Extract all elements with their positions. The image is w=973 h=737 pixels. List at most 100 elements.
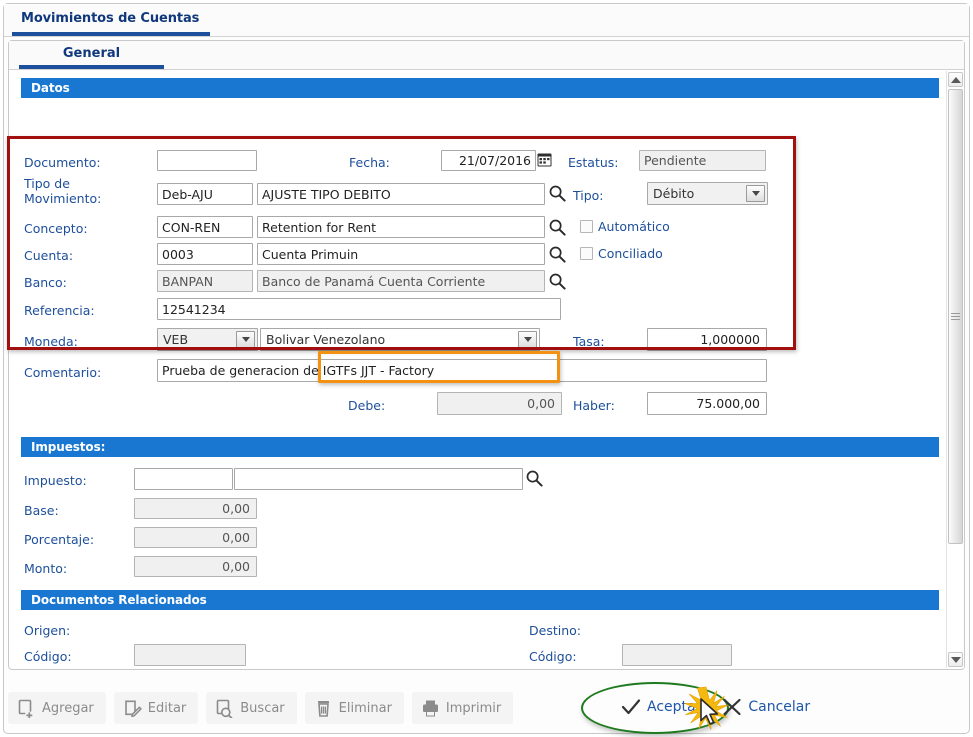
- label-destino: Destino:: [529, 623, 581, 638]
- impuesto-desc-input[interactable]: [234, 468, 523, 490]
- eliminar-button[interactable]: Eliminar: [305, 692, 404, 724]
- conciliado-checkbox-row[interactable]: Conciliado: [580, 246, 663, 261]
- search-icon-cuenta[interactable]: [549, 246, 566, 263]
- label-origen: Origen:: [24, 623, 70, 638]
- calendar-icon[interactable]: [537, 152, 552, 167]
- trash-icon: [314, 699, 333, 718]
- tipo-select[interactable]: Débito: [647, 182, 768, 205]
- search-icon-tipo-movimiento[interactable]: [549, 185, 566, 202]
- eliminar-button-label: Eliminar: [339, 701, 392, 716]
- label-cuenta: Cuenta:: [24, 248, 73, 263]
- label-documento: Documento:: [24, 155, 101, 170]
- monto-field: [134, 556, 257, 577]
- automatico-checkbox-row[interactable]: Automático: [580, 219, 670, 234]
- close-icon: [721, 696, 743, 718]
- section-header-documentos: Documentos Relacionados: [21, 590, 939, 610]
- scroll-down-button[interactable]: [948, 652, 963, 667]
- label-tasa: Tasa:: [573, 334, 605, 349]
- edit-pencil-icon: [123, 699, 142, 718]
- add-document-icon: [17, 699, 36, 718]
- automatico-checkbox[interactable]: [580, 220, 593, 233]
- origen-codigo-field: [134, 644, 246, 666]
- concepto-code-input[interactable]: [157, 216, 253, 238]
- conciliado-label: Conciliado: [598, 246, 663, 261]
- banco-code-field: [157, 270, 253, 292]
- label-estatus: Estatus:: [568, 155, 619, 170]
- tab-movimientos-de-cuentas[interactable]: Movimientos de Cuentas: [12, 4, 210, 36]
- tipo-movimiento-code-input[interactable]: [157, 183, 253, 205]
- aceptar-button[interactable]: Aceptar: [620, 696, 701, 718]
- base-field: [134, 498, 257, 519]
- section-header-datos-label: Datos: [31, 81, 70, 95]
- estatus-field: [639, 150, 766, 171]
- label-moneda: Moneda:: [24, 334, 78, 349]
- agregar-button-label: Agregar: [42, 701, 94, 716]
- chevron-down-icon-moneda-desc[interactable]: [518, 331, 537, 348]
- section-header-documentos-label: Documentos Relacionados: [31, 593, 207, 607]
- vertical-scrollbar[interactable]: [946, 71, 963, 668]
- label-referencia: Referencia:: [24, 303, 95, 318]
- general-tab-label: General: [63, 46, 120, 61]
- porcentaje-field: [134, 527, 257, 548]
- label-debe: Debe:: [348, 398, 385, 413]
- label-concepto: Concepto:: [24, 221, 88, 236]
- scroll-up-button[interactable]: [948, 72, 963, 87]
- label-porcentaje: Porcentaje:: [24, 532, 94, 547]
- banco-desc-field: [257, 270, 545, 292]
- label-impuesto: Impuesto:: [24, 473, 87, 488]
- chevron-down-icon-moneda-code[interactable]: [236, 331, 255, 348]
- printer-icon: [421, 699, 440, 718]
- tasa-input[interactable]: [647, 328, 767, 351]
- impuesto-code-input[interactable]: [134, 468, 233, 490]
- buscar-button[interactable]: Buscar: [206, 692, 296, 724]
- agregar-button[interactable]: Agregar: [8, 692, 106, 724]
- fecha-input[interactable]: [441, 150, 536, 171]
- section-header-impuestos: Impuestos:: [21, 437, 939, 457]
- editar-button[interactable]: Editar: [114, 692, 199, 724]
- destino-codigo-field: [622, 644, 732, 666]
- scrollbar-thumb[interactable]: [948, 89, 963, 544]
- label-fecha: Fecha:: [349, 155, 390, 170]
- form-content: Datos Documento: Fecha:: [10, 71, 940, 668]
- moneda-code-value: VEB: [158, 332, 236, 347]
- check-icon: [620, 696, 642, 718]
- imprimir-button[interactable]: Imprimir: [412, 692, 513, 724]
- haber-input[interactable]: [647, 392, 767, 415]
- moneda-desc-select[interactable]: Bolivar Venezolano: [260, 328, 540, 351]
- debe-field: [437, 392, 562, 415]
- tipo-movimiento-desc-input[interactable]: [257, 183, 545, 205]
- documento-input[interactable]: [157, 150, 257, 171]
- buscar-button-label: Buscar: [240, 701, 284, 716]
- section-header-datos: Datos: [21, 78, 939, 98]
- referencia-input[interactable]: [157, 298, 561, 320]
- tab-general[interactable]: General: [19, 41, 164, 69]
- moneda-code-select[interactable]: VEB: [157, 328, 258, 351]
- label-comentario: Comentario:: [24, 365, 101, 380]
- title-tab-label: Movimientos de Cuentas: [21, 11, 199, 26]
- search-icon-impuesto[interactable]: [526, 470, 543, 487]
- section-header-impuestos-label: Impuestos:: [31, 440, 105, 454]
- concepto-desc-input[interactable]: [257, 216, 545, 238]
- title-tabstrip: Movimientos de Cuentas: [4, 4, 969, 37]
- cancelar-button-label: Cancelar: [748, 699, 810, 715]
- chevron-down-icon-tipo[interactable]: [746, 185, 765, 202]
- label-haber: Haber:: [573, 398, 615, 413]
- search-document-icon: [215, 699, 234, 718]
- general-tabstrip: General: [9, 41, 964, 70]
- conciliado-checkbox[interactable]: [580, 247, 593, 260]
- label-base: Base:: [24, 503, 59, 518]
- label-tipo: Tipo:: [573, 188, 604, 203]
- label-destino-codigo: Código:: [529, 649, 577, 664]
- search-icon-banco[interactable]: [549, 273, 566, 290]
- bottom-toolbar: Agregar Editar Buscar: [8, 686, 965, 730]
- label-tipo-movimiento-line1: Tipo de: [24, 176, 70, 191]
- automatico-label: Automático: [598, 219, 670, 234]
- application-window: Movimientos de Cuentas General Datos Doc…: [0, 0, 973, 737]
- scrollbar-grip-icon: [951, 311, 960, 322]
- label-tipo-movimiento-line2: Movimiento:: [24, 191, 101, 206]
- search-icon-concepto[interactable]: [549, 219, 566, 236]
- cancelar-button[interactable]: Cancelar: [721, 696, 810, 718]
- comentario-input[interactable]: [157, 359, 767, 382]
- cuenta-code-input[interactable]: [157, 243, 253, 265]
- cuenta-desc-input[interactable]: [257, 243, 545, 265]
